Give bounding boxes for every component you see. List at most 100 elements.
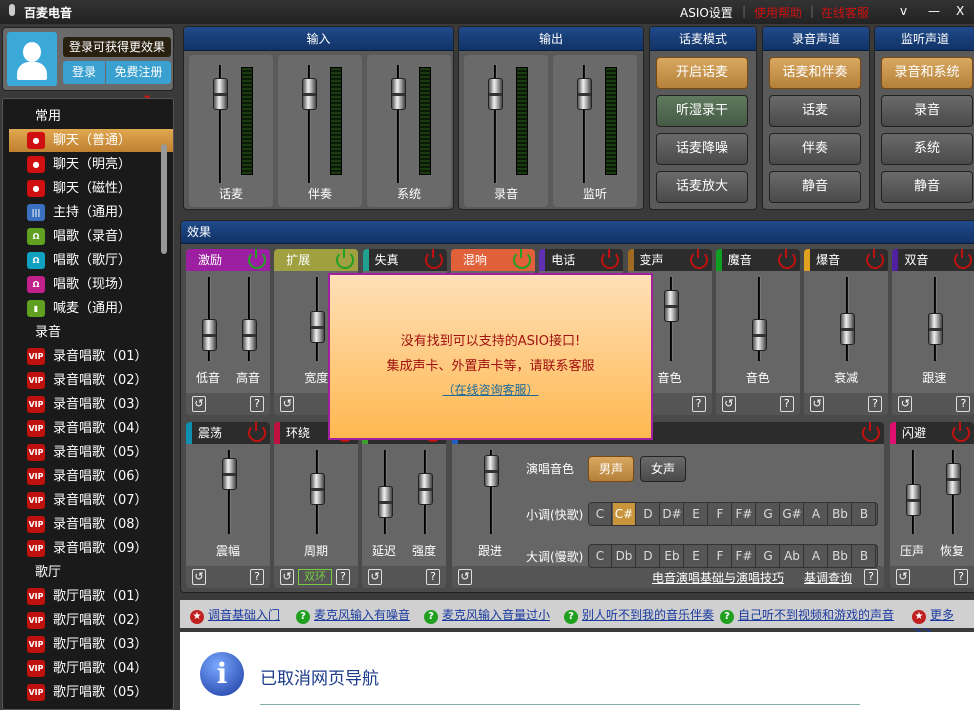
- key-button[interactable]: F#: [733, 545, 756, 567]
- key-button[interactable]: Bb: [829, 503, 852, 525]
- slider-thumb[interactable]: [840, 313, 856, 346]
- sidebar-item[interactable]: VIP 歌厅唱歌（04）: [9, 657, 173, 680]
- sidebar-item[interactable]: VIP 录音唱歌（05）: [9, 441, 173, 464]
- mon_channel-button-0[interactable]: 录音和系统: [881, 57, 973, 89]
- sidebar-item[interactable]: Ω 唱歌（歌厅）: [9, 249, 173, 272]
- power-icon[interactable]: [952, 422, 970, 442]
- reset-icon[interactable]: ↺: [810, 396, 825, 412]
- key-button[interactable]: G#: [781, 503, 804, 525]
- key-button[interactable]: B: [853, 545, 876, 567]
- sidebar-group-2[interactable]: 歌厅: [3, 561, 167, 584]
- key-button[interactable]: C: [589, 503, 612, 525]
- sidebar-item[interactable]: VIP 录音唱歌（09）: [9, 537, 173, 560]
- key-button[interactable]: E: [685, 545, 708, 567]
- mon_channel-button-2[interactable]: 系统: [881, 133, 973, 165]
- help-icon[interactable]: ?: [250, 569, 264, 585]
- slider-thumb[interactable]: [906, 483, 921, 516]
- help-link[interactable]: ? 麦克风输入有噪音: [296, 606, 410, 624]
- help-icon[interactable]: ?: [426, 569, 440, 585]
- slider-thumb[interactable]: [310, 310, 326, 343]
- sidebar-item[interactable]: VIP 歌厅唱歌（05）: [9, 681, 173, 704]
- power-icon[interactable]: [954, 249, 973, 269]
- mic_mode-button-1[interactable]: 听湿录干: [656, 95, 748, 127]
- slider-thumb[interactable]: [202, 318, 217, 351]
- sidebar-item[interactable]: VIP 歌厅唱歌（03）: [9, 633, 173, 656]
- sidebar-item[interactable]: VIP 录音唱歌（08）: [9, 513, 173, 536]
- sidebar-group-0[interactable]: 常用: [3, 105, 167, 128]
- power-icon[interactable]: [777, 249, 796, 269]
- key-button[interactable]: G: [757, 545, 780, 567]
- key-button[interactable]: Ab: [781, 545, 804, 567]
- slider-thumb[interactable]: [378, 486, 393, 519]
- sidebar-item[interactable]: ● 聊天（明亮）: [9, 153, 173, 176]
- close-button[interactable]: X: [956, 4, 964, 18]
- slider-thumb[interactable]: [418, 473, 433, 506]
- key-button[interactable]: G: [757, 503, 780, 525]
- mic_mode-button-2[interactable]: 话麦降噪: [656, 133, 748, 165]
- power-icon[interactable]: [336, 249, 355, 269]
- sidebar-item[interactable]: ● 聊天（磁性）: [9, 177, 173, 200]
- help-link[interactable]: ? 麦克风输入音量过小: [424, 606, 550, 624]
- mic_mode-button-0[interactable]: 开启话麦: [656, 57, 748, 89]
- sidebar-item[interactable]: Ω 唱歌（录音）: [9, 225, 173, 248]
- slider-thumb[interactable]: [663, 290, 679, 322]
- sidebar-item[interactable]: VIP 录音唱歌（03）: [9, 393, 173, 416]
- asio-settings-link[interactable]: ASIO设置: [680, 4, 733, 21]
- sidebar-item[interactable]: VIP 录音唱歌（07）: [9, 489, 173, 512]
- power-icon[interactable]: [512, 249, 531, 269]
- slider-thumb[interactable]: [928, 313, 944, 346]
- power-icon[interactable]: [689, 249, 708, 269]
- help-link[interactable]: ? 别人听不到我的音乐伴奏: [564, 606, 714, 624]
- slider-thumb[interactable]: [213, 77, 228, 110]
- mon_channel-button-3[interactable]: 静音: [881, 171, 973, 203]
- key-button[interactable]: B: [853, 503, 876, 525]
- minimize-button[interactable]: —: [928, 4, 940, 18]
- online-service-link[interactable]: 在线客服: [821, 4, 869, 21]
- key-button[interactable]: C: [589, 545, 612, 567]
- mic_mode-button-3[interactable]: 话麦放大: [656, 171, 748, 203]
- slider-thumb[interactable]: [488, 77, 503, 110]
- key-button[interactable]: A: [805, 545, 828, 567]
- mon_channel-button-1[interactable]: 录音: [881, 95, 973, 127]
- rec_channel-button-0[interactable]: 话麦和伴奏: [769, 57, 861, 89]
- key-button[interactable]: Bb: [829, 545, 852, 567]
- sidebar-item[interactable]: VIP 录音唱歌（02）: [9, 369, 173, 392]
- help-icon[interactable]: ?: [691, 396, 706, 412]
- power-icon[interactable]: [248, 249, 266, 269]
- key-button[interactable]: E: [685, 503, 708, 525]
- reset-icon[interactable]: ↺: [280, 569, 294, 585]
- menu-button[interactable]: v: [900, 4, 907, 18]
- power-icon[interactable]: [601, 249, 620, 269]
- sidebar-item[interactable]: ▮ 喊麦（通用）: [9, 297, 173, 320]
- key-lookup-link[interactable]: 基调查询: [804, 569, 852, 586]
- slider-thumb[interactable]: [242, 318, 257, 351]
- sidebar-item[interactable]: VIP 录音唱歌（06）: [9, 465, 173, 488]
- popup-service-link[interactable]: （在线咨询客服）: [330, 381, 651, 398]
- help-icon[interactable]: ?: [954, 569, 968, 585]
- slider-thumb[interactable]: [222, 457, 237, 490]
- reset-icon[interactable]: ↺: [721, 396, 736, 412]
- sidebar-item[interactable]: VIP 录音唱歌（01）: [9, 345, 173, 368]
- rec_channel-button-3[interactable]: 静音: [769, 171, 861, 203]
- help-icon[interactable]: ?: [250, 396, 264, 412]
- sidebar-item[interactable]: VIP 歌厅唱歌（02）: [9, 609, 173, 632]
- help-link[interactable]: ? 自己听不到视频和游戏的声音: [720, 606, 894, 624]
- reset-icon[interactable]: ↺: [458, 569, 472, 585]
- slider-thumb[interactable]: [946, 463, 961, 495]
- login-button[interactable]: 登录: [63, 61, 105, 84]
- electro-tips-link[interactable]: 电音演唱基础与演唱技巧: [652, 569, 784, 586]
- sidebar-item[interactable]: Ω 唱歌（现场）: [9, 273, 173, 296]
- slider-thumb[interactable]: [310, 473, 325, 506]
- reset-icon[interactable]: ↺: [896, 569, 910, 585]
- reset-icon[interactable]: ↺: [368, 569, 382, 585]
- loop-dropdown[interactable]: 双环: [298, 569, 332, 585]
- slider-thumb[interactable]: [391, 77, 406, 110]
- register-button[interactable]: 免费注册: [106, 61, 171, 84]
- help-link[interactable]: ★ 调音基础入门: [190, 606, 280, 624]
- help-link[interactable]: 使用帮助: [754, 4, 802, 21]
- help-icon[interactable]: ?: [868, 396, 883, 412]
- sidebar-group-1[interactable]: 录音: [3, 321, 167, 344]
- key-button[interactable]: C#: [613, 503, 636, 525]
- help-icon[interactable]: ?: [336, 569, 350, 585]
- slider-thumb[interactable]: [484, 455, 499, 488]
